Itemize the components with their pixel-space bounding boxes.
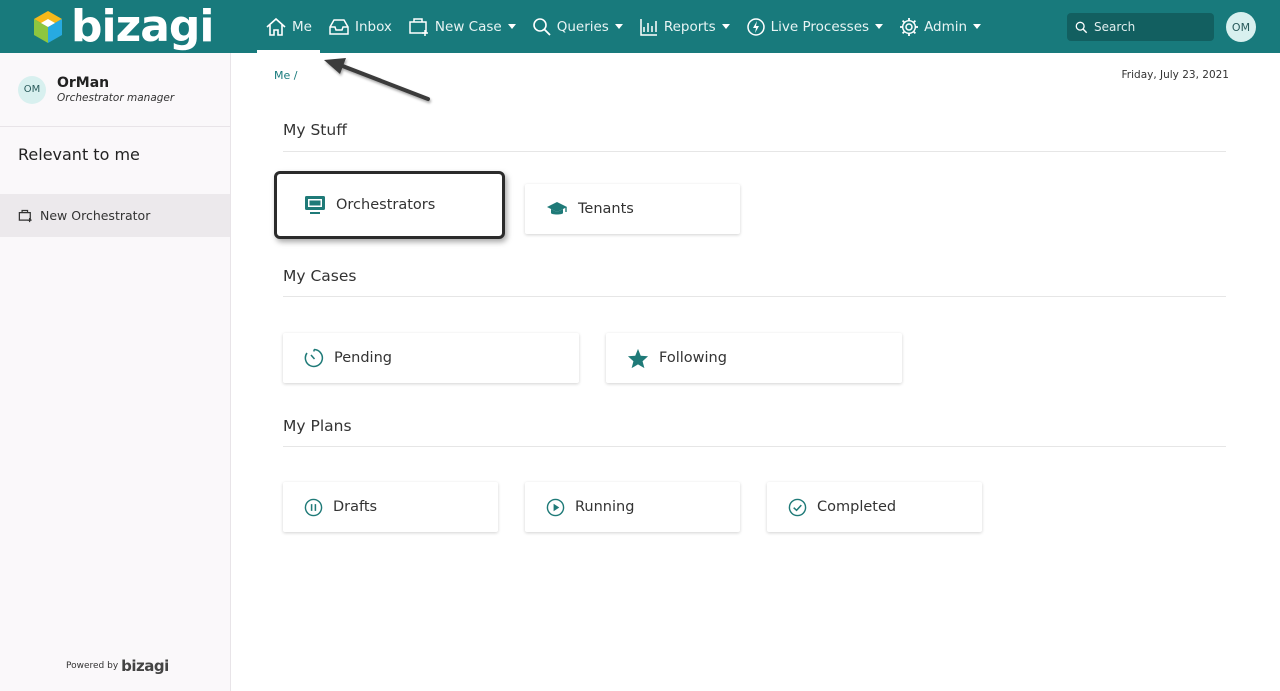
nav-me[interactable]: Me xyxy=(257,0,320,53)
card-drafts[interactable]: Drafts xyxy=(283,482,498,532)
chart-icon xyxy=(640,18,657,36)
card-label: Orchestrators xyxy=(336,197,436,213)
lightning-icon xyxy=(746,17,765,36)
section-title-my-cases: My Cases xyxy=(283,267,357,285)
sidebar: OM OrMan Orchestrator manager Relevant t… xyxy=(0,53,231,691)
card-label: Pending xyxy=(334,350,392,366)
card-label: Running xyxy=(575,499,635,515)
top-navigation-bar: bizagi Me Inbox New Case Queries Reports xyxy=(0,0,1280,53)
bizagi-cube-icon xyxy=(34,10,62,43)
bizagi-logo[interactable]: bizagi xyxy=(33,0,214,52)
powered-by-text: Powered by xyxy=(66,661,119,671)
card-pending[interactable]: Pending xyxy=(283,333,579,383)
annotation-arrow-icon xyxy=(324,58,430,101)
caret-down-icon xyxy=(875,24,884,29)
gear-icon xyxy=(900,17,919,36)
sidebar-item-new-orchestrator[interactable]: New Orchestrator xyxy=(0,194,230,237)
section-divider xyxy=(283,446,1226,447)
card-label: Following xyxy=(659,350,727,366)
check-circle-icon xyxy=(788,498,807,516)
nav-label: New Case xyxy=(434,18,502,35)
nav-new-case[interactable]: New Case xyxy=(400,0,524,53)
nav-label: Inbox xyxy=(354,18,392,35)
search-icon xyxy=(1075,21,1088,33)
section-divider xyxy=(283,151,1226,152)
nav-label: Admin xyxy=(924,18,968,35)
breadcrumb[interactable]: Me / xyxy=(274,69,297,82)
user-role: Orchestrator manager xyxy=(57,92,175,104)
nav-label: Queries xyxy=(556,18,609,35)
card-label: Drafts xyxy=(333,499,378,515)
nav-admin[interactable]: Admin xyxy=(891,0,989,53)
home-icon xyxy=(266,17,286,36)
search-icon xyxy=(532,17,551,36)
nav-queries[interactable]: Queries xyxy=(524,0,631,53)
card-running[interactable]: Running xyxy=(525,482,740,532)
powered-by-brand: bizagi xyxy=(121,657,169,675)
user-avatar[interactable]: OM xyxy=(1226,12,1256,42)
card-label: Completed xyxy=(817,499,897,515)
caret-down-icon xyxy=(973,24,982,29)
user-profile: OM OrMan Orchestrator manager xyxy=(18,75,174,104)
card-tenants[interactable]: Tenants xyxy=(525,184,740,234)
current-date: Friday, July 23, 2021 xyxy=(1121,69,1229,81)
relevant-title: Relevant to me xyxy=(18,145,140,164)
nav-label: Reports xyxy=(663,18,716,35)
section-title-my-stuff: My Stuff xyxy=(283,121,347,139)
avatar: OM xyxy=(18,75,46,104)
graduation-cap-icon xyxy=(547,202,567,215)
logo-text: bizagi xyxy=(71,0,214,52)
caret-down-icon xyxy=(507,24,516,29)
monitor-icon xyxy=(305,196,325,214)
new-case-icon xyxy=(18,209,32,222)
card-orchestrators[interactable]: Orchestrators xyxy=(274,171,505,239)
section-title-my-plans: My Plans xyxy=(283,417,352,435)
card-following[interactable]: Following xyxy=(606,333,902,383)
star-icon xyxy=(627,348,649,368)
nav-reports[interactable]: Reports xyxy=(631,0,738,53)
nav-inbox[interactable]: Inbox xyxy=(320,0,400,53)
search-box[interactable] xyxy=(1067,13,1214,41)
new-case-icon xyxy=(409,17,428,36)
sidebar-divider xyxy=(0,126,231,127)
clock-icon xyxy=(304,348,324,368)
nav-label: Live Processes xyxy=(770,18,870,35)
section-divider xyxy=(283,296,1226,297)
nav-label: Me xyxy=(292,18,312,35)
caret-down-icon xyxy=(614,24,623,29)
card-label: Tenants xyxy=(578,201,634,217)
pause-circle-icon xyxy=(304,498,323,516)
caret-down-icon xyxy=(721,24,730,29)
powered-by: Powered by bizagi xyxy=(66,657,169,675)
nav-live-processes[interactable]: Live Processes xyxy=(738,0,891,53)
inbox-icon xyxy=(329,18,349,35)
user-name: OrMan xyxy=(57,75,110,91)
sidebar-item-label: New Orchestrator xyxy=(40,208,151,223)
play-circle-icon xyxy=(546,498,565,516)
main-nav: Me Inbox New Case Queries Reports Live P… xyxy=(257,0,989,53)
search-input[interactable] xyxy=(1094,20,1204,34)
card-completed[interactable]: Completed xyxy=(767,482,982,532)
